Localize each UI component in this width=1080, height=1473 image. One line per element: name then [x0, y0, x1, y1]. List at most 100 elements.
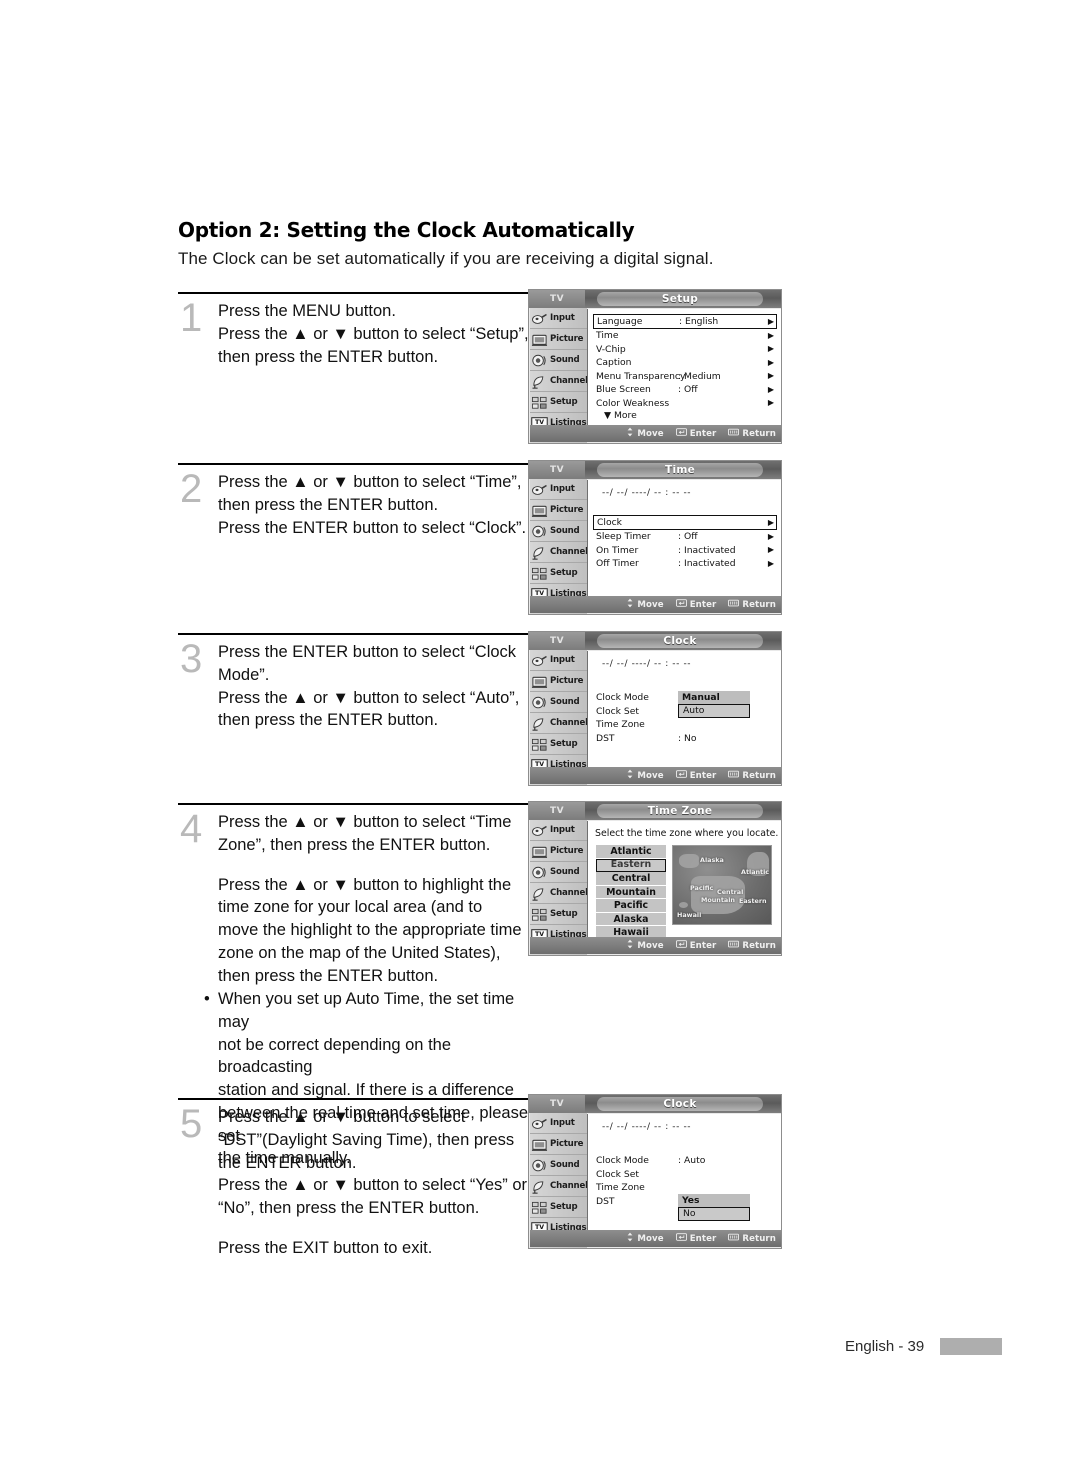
menu-row-time-zone[interactable]: Time Zone [596, 1181, 776, 1195]
osd-clock-dst-menu[interactable]: TV Clock Input Picture Sound Channel Setup TV… [528, 1094, 782, 1249]
step-line: Press the ▲ or ▼ button to select “Yes” … [218, 1176, 528, 1195]
sidebar-item-setup[interactable]: Setup [530, 734, 587, 755]
osd-time-zone-menu[interactable]: TV Time Zone Input Picture Sound Channel Set… [528, 801, 782, 956]
osd-title: Time [597, 463, 763, 477]
menu-row-time[interactable]: Time ▶ [596, 329, 776, 343]
row-label: Color Weakness [596, 397, 670, 409]
time-zone-list[interactable]: Atlantic Eastern Central Mountain Pacifi… [596, 845, 666, 940]
sidebar-item-input[interactable]: Input [530, 820, 587, 841]
time-zone-mountain[interactable]: Mountain [596, 885, 666, 899]
setup-boxes-icon [531, 737, 548, 752]
sidebar-item-input[interactable]: Input [530, 479, 587, 500]
sidebar-item-label: Picture [550, 846, 584, 856]
sidebar-item-setup[interactable]: Setup [530, 392, 587, 413]
sidebar-item-label: Setup [550, 1202, 578, 1212]
sidebar-item-channel[interactable]: Channel [530, 713, 588, 734]
sidebar-item-setup[interactable]: Setup [530, 563, 587, 584]
time-zone-alaska[interactable]: Alaska [596, 912, 666, 926]
menu-row-clock-set[interactable]: Clock Set [596, 1168, 776, 1182]
sidebar-item-label: Setup [550, 909, 578, 919]
sidebar-item-picture[interactable]: Picture [530, 1134, 587, 1155]
sidebar-item-picture[interactable]: Picture [530, 841, 587, 862]
step-line: Press the EXIT button to exit. [218, 1238, 433, 1257]
clock-mode-dropdown[interactable]: Manual Auto [678, 691, 750, 718]
menu-row-more[interactable]: ▼ More [596, 410, 776, 421]
dst-dropdown[interactable]: Yes No [678, 1194, 750, 1221]
sidebar-item-sound[interactable]: Sound [530, 350, 587, 371]
osd-bottombar: Move Enter Return [530, 767, 781, 784]
osd-sidebar[interactable]: InputPictureSoundChannelSetupTVGUIDEList… [530, 1113, 588, 1248]
sidebar-item-sound[interactable]: Sound [530, 521, 587, 542]
row-value: : Auto [678, 1155, 706, 1167]
menu-row-menu-transparency[interactable]: Menu Transparency : Medium ▶ [596, 370, 776, 384]
time-zone-atlantic[interactable]: Atlantic [596, 845, 666, 859]
sidebar-item-channel[interactable]: Channel [530, 883, 588, 904]
osd-clock-mode-menu[interactable]: TV Clock Input Picture Sound Channel Setup TV… [528, 631, 782, 786]
osd-sidebar[interactable]: InputPictureSoundChannelSetupTVGUIDEList… [530, 308, 588, 443]
sidebar-item-sound[interactable]: Sound [530, 692, 587, 713]
input-jack-icon [531, 823, 548, 838]
menu-row-vchip[interactable]: V-Chip ▶ [596, 343, 776, 357]
dropdown-option-no[interactable]: No [678, 1207, 750, 1221]
osd-hint-label: Move [637, 428, 664, 439]
menu-row-on-timer[interactable]: On Timer : Inactivated ▶ [596, 544, 776, 558]
sidebar-item-picture[interactable]: Picture [530, 329, 587, 350]
menu-row-language[interactable]: Language : English ▶ [593, 314, 777, 329]
sidebar-item-input[interactable]: Input [530, 308, 587, 329]
sidebar-item-label: Channel [550, 888, 588, 898]
osd-titlebar: TV Clock [529, 1095, 781, 1113]
osd-setup-menu[interactable]: TV Setup Input Picture Sound Channel Setup TV… [528, 289, 782, 444]
menu-row-blue-screen[interactable]: Blue Screen : Off ▶ [596, 383, 776, 397]
menu-row-clock[interactable]: Clock ▶ [593, 515, 777, 530]
menu-row-clock-mode[interactable]: Clock Mode : Auto [596, 1154, 776, 1168]
map-label-eastern: Eastern [739, 897, 767, 905]
sidebar-item-channel[interactable]: Channel [530, 1176, 588, 1197]
dropdown-option-yes[interactable]: Yes [678, 1194, 750, 1207]
row-label: DST [596, 732, 615, 744]
osd-hint-return: Return [728, 1233, 776, 1244]
menu-row-sleep-timer[interactable]: Sleep Timer : Off ▶ [596, 530, 776, 544]
row-label: Language [597, 316, 643, 327]
sidebar-item-label: Channel [550, 1181, 588, 1191]
osd-sidebar[interactable]: InputPictureSoundChannelSetupTVGUIDEList… [530, 479, 588, 614]
osd-sidebar[interactable]: InputPictureSoundChannelSetupTVGUIDEList… [530, 650, 588, 785]
tv-screen-icon [531, 844, 548, 859]
menu-row-time-zone[interactable]: Time Zone [596, 718, 776, 732]
dropdown-option-auto[interactable]: Auto [678, 704, 750, 718]
sidebar-item-sound[interactable]: Sound [530, 862, 587, 883]
sidebar-item-channel[interactable]: Channel [530, 542, 588, 563]
dropdown-option-manual[interactable]: Manual [678, 691, 750, 704]
osd-sidebar[interactable]: InputPictureSoundChannelSetupTVGUIDEList… [530, 820, 588, 955]
sidebar-item-setup[interactable]: Setup [530, 1197, 587, 1218]
united-states-map-image: Alaska Atlantic Pacific Central Mountain… [672, 845, 772, 925]
row-label: Blue Screen [596, 384, 651, 396]
osd-hint-move: Move [626, 939, 664, 952]
menu-row-off-timer[interactable]: Off Timer : Inactivated ▶ [596, 557, 776, 571]
osd-menu-list[interactable]: Language : English ▶ Time ▶ V-Chip ▶ Cap… [593, 314, 777, 421]
menu-row-color-weakness[interactable]: Color Weakness ▶ [596, 397, 776, 411]
time-zone-central[interactable]: Central [596, 872, 666, 886]
osd-time-menu[interactable]: TV Time InputPictureSoundChannelSetupTVG… [528, 460, 782, 615]
sidebar-item-input[interactable]: Input [530, 650, 587, 671]
step-2: 2 Press the ▲ or ▼ button to select “Tim… [178, 463, 530, 613]
osd-hint-enter: Enter [675, 940, 717, 951]
menu-row-caption[interactable]: Caption ▶ [596, 356, 776, 370]
updown-arrow-icon [626, 769, 634, 782]
step-text: Press the ▲ or ▼ button to select “Time”… [218, 471, 530, 539]
sidebar-item-input[interactable]: Input [530, 1113, 587, 1134]
sidebar-item-sound[interactable]: Sound [530, 1155, 587, 1176]
step-text: Press the ▲ or ▼ button to select “DST”(… [218, 1106, 530, 1260]
tv-screen-icon [531, 503, 548, 518]
osd-menu-list[interactable]: Clock ▶ Sleep Timer : Off ▶ On Timer : I… [593, 515, 777, 571]
menu-row-dst[interactable]: DST : No [596, 732, 776, 746]
sidebar-item-channel[interactable]: Channel [530, 371, 588, 392]
sidebar-item-setup[interactable]: Setup [530, 904, 587, 925]
step-line: then press the ENTER button. [218, 347, 439, 366]
step-line: Press the ▲ or ▼ button to highlight the [218, 875, 512, 894]
sidebar-item-picture[interactable]: Picture [530, 671, 587, 692]
return-key-icon [728, 599, 740, 610]
step-3: 3 Press the ENTER button to select “Cloc… [178, 633, 530, 803]
time-zone-eastern[interactable]: Eastern [596, 858, 666, 872]
sidebar-item-picture[interactable]: Picture [530, 500, 587, 521]
time-zone-pacific[interactable]: Pacific [596, 899, 666, 913]
